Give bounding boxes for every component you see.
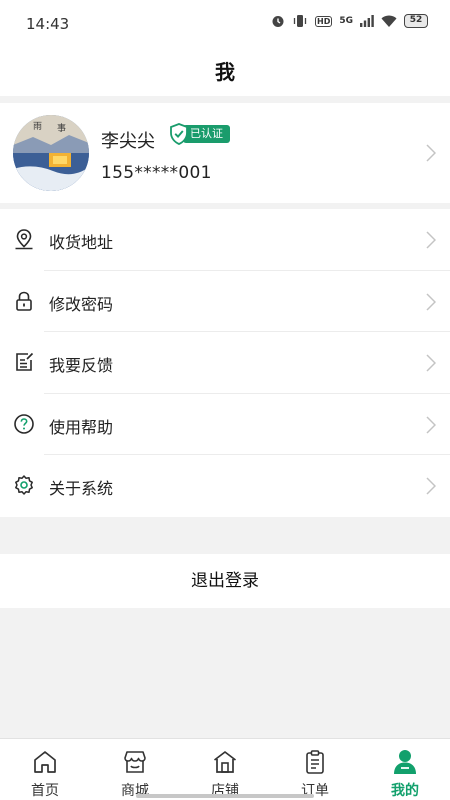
chevron-right-icon xyxy=(426,354,436,372)
page-title: 我 xyxy=(215,60,235,84)
logout-label: 退出登录 xyxy=(191,571,259,591)
menu-item-label: 使用帮助 xyxy=(49,417,114,437)
wifi-icon xyxy=(381,15,397,27)
tab-label: 我的 xyxy=(391,783,419,799)
profile-phone: 155*****001 xyxy=(101,163,212,183)
profile-card[interactable]: 雨 事 李尖尖 已认证 155*****001 xyxy=(0,103,450,203)
menu-item-password[interactable]: 修改密码 xyxy=(0,271,450,333)
menu-item-address[interactable]: 收货地址 xyxy=(0,209,450,271)
home-icon xyxy=(34,751,56,773)
chevron-right-icon xyxy=(426,144,436,162)
tab-orders[interactable]: 订单 xyxy=(270,739,360,800)
vibrate-icon xyxy=(293,15,307,27)
hd-indicator: HD xyxy=(315,15,333,27)
lock-icon xyxy=(16,291,32,311)
profile-name: 李尖尖 xyxy=(101,131,155,152)
feedback-icon xyxy=(16,353,34,371)
avatar[interactable]: 雨 事 xyxy=(13,115,89,191)
signal-icon xyxy=(360,15,374,27)
location-pin-icon xyxy=(15,229,33,250)
alarm-icon xyxy=(272,16,284,27)
help-icon xyxy=(14,413,34,434)
tab-mall[interactable]: 商城 xyxy=(90,739,180,800)
order-icon xyxy=(306,750,324,774)
menu-item-feedback[interactable]: 我要反馈 xyxy=(0,332,450,394)
profile-icon xyxy=(394,750,416,774)
menu-item-label: 关于系统 xyxy=(49,479,114,499)
menu-item-help[interactable]: 使用帮助 xyxy=(0,394,450,456)
chevron-right-icon xyxy=(426,293,436,311)
status-icons: HD 5G 52 xyxy=(271,14,428,28)
tab-shop[interactable]: 店铺 xyxy=(180,739,270,800)
svg-text:雨: 雨 xyxy=(33,121,42,132)
status-bar: 14:43 HD 5G 52 xyxy=(0,0,450,48)
title-bar: 我 xyxy=(0,48,450,96)
battery-indicator: 52 xyxy=(404,14,428,28)
menu-item-label: 收货地址 xyxy=(49,233,114,252)
network-type: 5G xyxy=(339,16,353,26)
tab-mine[interactable]: 我的 xyxy=(360,739,450,800)
verified-badge-label: 已认证 xyxy=(183,125,230,143)
chevron-right-icon xyxy=(426,231,436,249)
svg-text:事: 事 xyxy=(57,122,66,134)
bottom-tab-bar: 首页 商城 店铺 订单 我的 xyxy=(0,738,450,800)
settings-menu: 收货地址 修改密码 我要反馈 使用帮助 关于系统 xyxy=(0,209,450,517)
logout-button[interactable]: 退出登录 xyxy=(0,554,450,608)
chevron-right-icon xyxy=(426,416,436,434)
menu-item-label: 修改密码 xyxy=(49,294,114,314)
verified-badge: 已认证 xyxy=(170,123,230,145)
chevron-right-icon xyxy=(426,477,436,495)
tab-label: 首页 xyxy=(31,783,59,799)
store-icon xyxy=(124,751,146,773)
status-time: 14:43 xyxy=(26,15,70,33)
menu-item-about[interactable]: 关于系统 xyxy=(0,455,450,517)
shield-check-icon xyxy=(170,123,188,145)
shop-icon xyxy=(213,751,237,773)
tab-home[interactable]: 首页 xyxy=(0,739,90,800)
gear-icon xyxy=(15,475,33,496)
home-indicator xyxy=(136,794,314,798)
menu-item-label: 我要反馈 xyxy=(49,356,114,376)
